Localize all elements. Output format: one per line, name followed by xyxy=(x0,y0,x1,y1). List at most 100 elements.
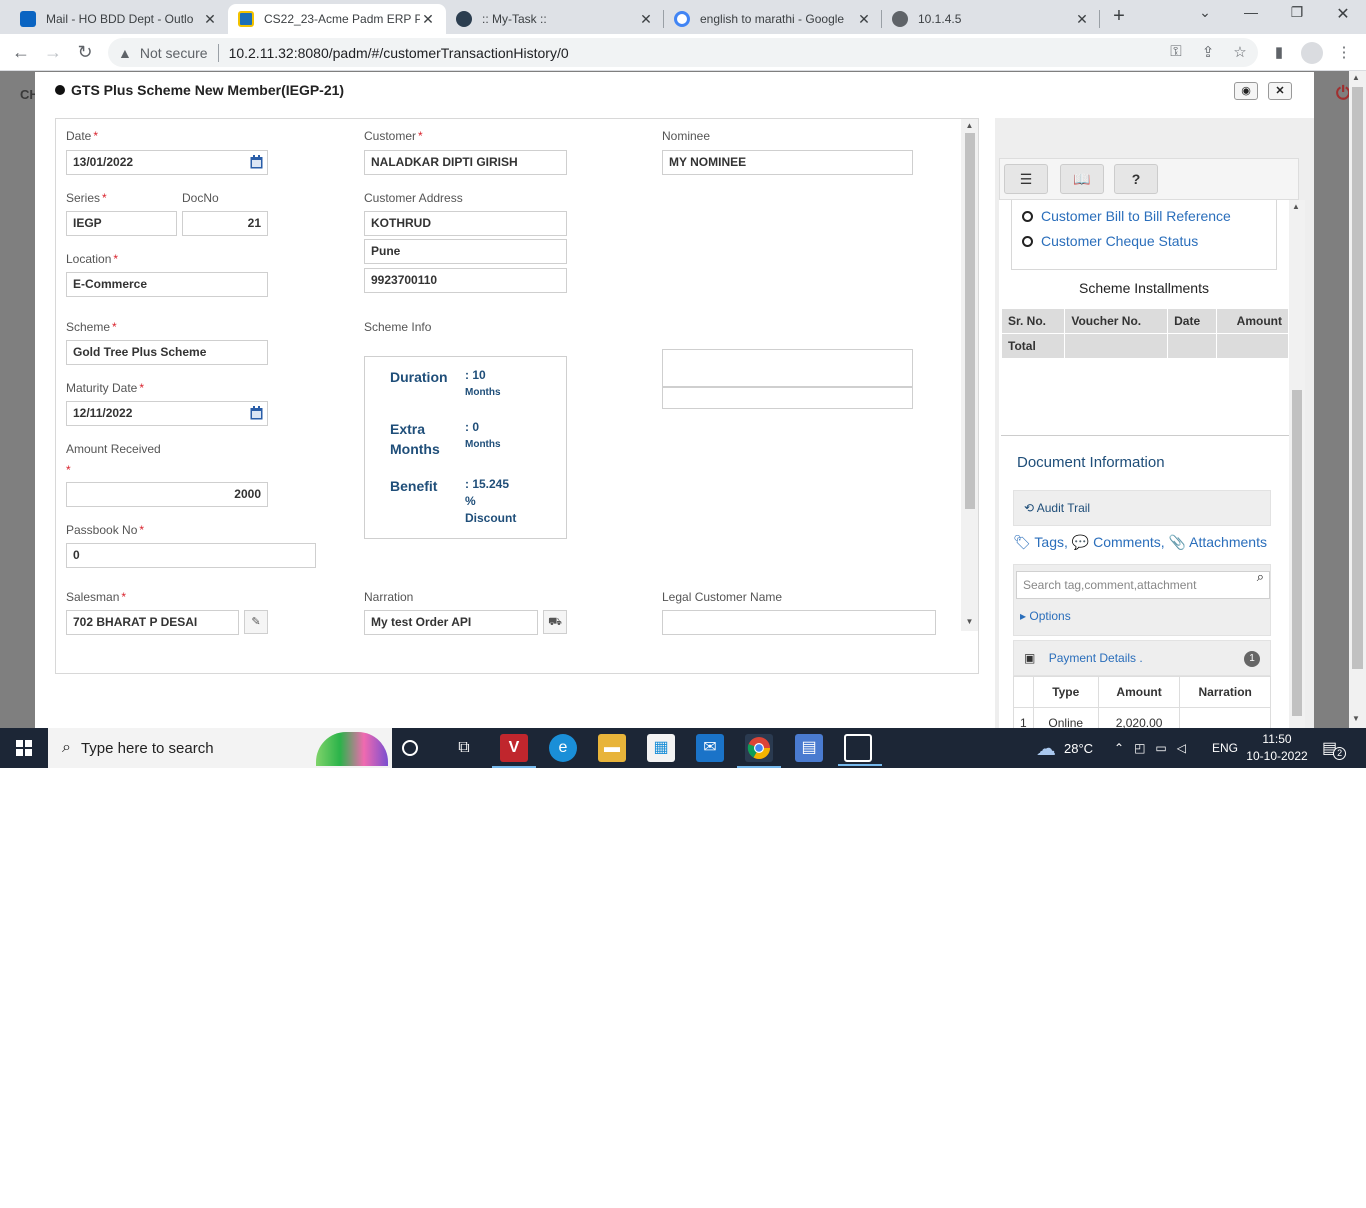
form-scrollbar[interactable]: ▲ ▼ xyxy=(961,119,978,631)
task-view-icon[interactable]: ⧉ xyxy=(450,734,478,762)
search-icon[interactable]: ⌕ xyxy=(1257,569,1264,585)
restore-button[interactable]: ❐ xyxy=(1274,4,1320,26)
list-view-icon[interactable]: ☰ xyxy=(1004,164,1048,194)
nominee-field[interactable]: MY NOMINEE xyxy=(662,150,913,175)
scroll-down-icon[interactable]: ▼ xyxy=(1352,714,1360,723)
store-icon[interactable]: ▦ xyxy=(647,734,675,762)
calendar-icon[interactable] xyxy=(250,406,263,420)
close-modal-button[interactable]: ✕ xyxy=(1268,82,1292,100)
tag-search-input[interactable]: Search tag,comment,attachment xyxy=(1016,571,1270,599)
remote-desktop-icon[interactable]: ▤ xyxy=(795,734,823,762)
taskbar-clock[interactable]: 11:50 10-10-2022 xyxy=(1244,731,1310,765)
series-field[interactable]: IEGP xyxy=(66,211,177,236)
address-line1-field[interactable]: KOTHRUD xyxy=(364,211,567,236)
payment-details-header[interactable]: ▣ Payment Details . 1 xyxy=(1013,640,1271,676)
comments-link[interactable]: Comments, xyxy=(1093,534,1165,550)
page-scrollbar[interactable]: ▲ ▼ xyxy=(1349,71,1366,728)
scroll-down-icon[interactable]: ▼ xyxy=(964,617,975,626)
close-icon[interactable]: ✕ xyxy=(856,11,872,28)
new-tab-button[interactable]: + xyxy=(1108,6,1130,28)
radio-cheque-status[interactable]: Customer Cheque Status xyxy=(1022,233,1198,249)
duration-value: : 10 xyxy=(465,368,486,382)
reload-icon[interactable]: ↻ xyxy=(74,42,96,64)
address-line2-field[interactable]: Pune xyxy=(364,239,567,264)
notification-center[interactable]: ▤ 2 xyxy=(1322,728,1347,768)
location-field[interactable]: E-Commerce xyxy=(66,272,268,297)
scheme-member-modal: GTS Plus Scheme New Member(IEGP-21) ◉ ✕ … xyxy=(35,72,1314,728)
start-button[interactable] xyxy=(0,728,48,768)
help-icon[interactable]: ? xyxy=(1114,164,1158,194)
series-label: Series * xyxy=(66,191,107,205)
address-line3-field[interactable]: 9923700110 xyxy=(364,268,567,293)
profile-avatar-icon[interactable] xyxy=(1301,42,1323,64)
close-icon[interactable]: ✕ xyxy=(1074,11,1090,28)
customer-field[interactable]: NALADKAR DIPTI GIRISH xyxy=(364,150,567,175)
audit-trail-link[interactable]: ⟲ Audit Trail xyxy=(1013,490,1271,526)
v-app-icon[interactable]: V xyxy=(492,734,536,768)
edge-icon[interactable]: e xyxy=(549,734,577,762)
tab-google[interactable]: english to marathi - Google ✕ xyxy=(664,4,882,34)
docno-field[interactable]: 21 xyxy=(182,211,268,236)
volume-icon: ◁ xyxy=(1176,741,1196,755)
forward-arrow-icon[interactable]: → xyxy=(42,42,64,64)
chrome-icon[interactable] xyxy=(737,734,781,768)
window-app-icon[interactable] xyxy=(838,734,882,766)
key-icon[interactable]: ⚿ xyxy=(1166,43,1186,63)
tab-my-task[interactable]: :: My-Task :: ✕ xyxy=(446,4,664,34)
installments-empty-area xyxy=(1001,360,1289,436)
side-panel-scroll-thumb[interactable] xyxy=(1292,390,1302,716)
back-arrow-icon[interactable]: ← xyxy=(10,42,32,64)
tab-erp[interactable]: CS22_23-Acme Padm ERP Pla ✕ xyxy=(228,4,446,34)
system-tray-icons[interactable]: ⌃ ◰ ▭ ◁ xyxy=(1114,728,1196,768)
legal-customer-name-field[interactable] xyxy=(662,610,936,635)
side-panel-icon[interactable]: ▮ xyxy=(1269,43,1289,63)
calendar-icon[interactable] xyxy=(250,155,263,169)
star-icon[interactable]: ☆ xyxy=(1230,43,1250,63)
maturity-date-field[interactable]: 12/11/2022 xyxy=(66,401,268,426)
close-icon[interactable]: ✕ xyxy=(202,11,218,28)
close-icon[interactable]: ✕ xyxy=(420,11,436,28)
edit-salesman-icon[interactable]: ✎ xyxy=(244,610,268,634)
mail-icon[interactable]: ✉ xyxy=(696,734,724,762)
salesman-field[interactable]: 702 BHARAT P DESAI xyxy=(66,610,239,635)
date-field[interactable]: 13/01/2022 xyxy=(66,150,268,175)
close-window-button[interactable]: ✕ xyxy=(1320,4,1366,26)
blank-textarea[interactable] xyxy=(662,349,913,387)
cortana-icon[interactable] xyxy=(402,740,418,756)
attachments-link[interactable]: Attachments xyxy=(1189,534,1267,550)
weather-widget[interactable]: ☁ 28°C xyxy=(1036,728,1093,768)
browser-tab-strip: Mail - HO BDD Dept - Outlo ✕ CS22_23-Acm… xyxy=(0,0,1366,34)
language-indicator[interactable]: ENG xyxy=(1212,728,1238,768)
table-cell xyxy=(1215,333,1289,359)
options-toggle[interactable]: ▸ Options xyxy=(1020,609,1071,623)
hide-eye-icon[interactable]: ◉ xyxy=(1234,82,1258,100)
scroll-up-icon[interactable]: ▲ xyxy=(1292,202,1300,211)
tags-comments-attachments: 🏷 Tags, 💬 Comments, 📎 Attachments xyxy=(1013,534,1267,551)
weather-temp: 28°C xyxy=(1064,740,1094,756)
book-icon[interactable]: 📖 xyxy=(1060,164,1104,194)
blank-field[interactable] xyxy=(662,387,913,409)
form-scroll-thumb[interactable] xyxy=(965,133,975,509)
file-explorer-icon[interactable]: ▬ xyxy=(598,734,626,762)
tags-link[interactable]: Tags, xyxy=(1034,534,1067,550)
scroll-up-icon[interactable]: ▲ xyxy=(1352,73,1360,82)
tab-outlook[interactable]: Mail - HO BDD Dept - Outlo ✕ xyxy=(10,4,228,34)
taskbar-search[interactable]: ⌕ Type here to search xyxy=(48,728,392,768)
tab-ip[interactable]: 10.1.4.5 ✕ xyxy=(882,4,1100,34)
passbook-field[interactable]: 0 xyxy=(66,543,316,568)
radio-bill-reference[interactable]: Customer Bill to Bill Reference xyxy=(1022,208,1231,224)
amount-received-field[interactable]: 2000 xyxy=(66,482,268,507)
address-bar[interactable]: ▲ Not secure 10.2.11.32:8080/padm/#/cust… xyxy=(108,38,1258,67)
side-panel-scrollbar[interactable]: ▲ xyxy=(1289,200,1305,728)
share-icon[interactable]: ⇪ xyxy=(1198,43,1218,63)
minimize-button[interactable]: — xyxy=(1228,4,1274,26)
page-scroll-thumb[interactable] xyxy=(1352,87,1363,669)
scheme-field[interactable]: Gold Tree Plus Scheme xyxy=(66,340,268,365)
narration-field[interactable]: My test Order API xyxy=(364,610,538,635)
narration-attach-icon[interactable]: ⛟ xyxy=(543,610,567,634)
tab-search-chevron-icon[interactable]: ⌄ xyxy=(1182,4,1228,26)
close-icon[interactable]: ✕ xyxy=(638,11,654,28)
scroll-up-icon[interactable]: ▲ xyxy=(964,121,975,130)
menu-dots-icon[interactable]: ⋮ xyxy=(1334,43,1354,63)
table-row[interactable]: 1 Online 2,020.00 xyxy=(1013,707,1271,728)
